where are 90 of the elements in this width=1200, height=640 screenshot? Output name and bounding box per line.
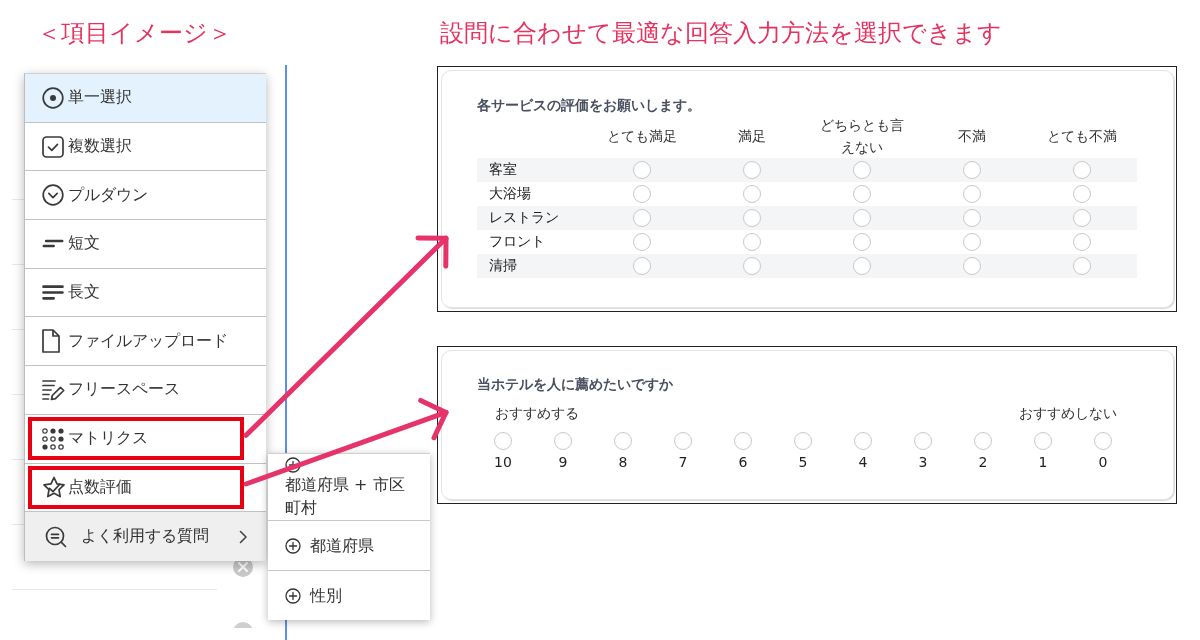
menu-item[interactable]: 点数評価 — [25, 463, 266, 513]
radio-button[interactable] — [963, 233, 981, 251]
radio-button[interactable] — [963, 161, 981, 179]
scale-end-label: おすすめしない — [1019, 404, 1117, 422]
menu-item[interactable]: マトリクス — [25, 414, 266, 464]
section-title: ＜項目イメージ＞ — [37, 19, 232, 47]
radio-button[interactable] — [633, 209, 651, 227]
plus-circle-icon — [285, 457, 301, 473]
submenu-item[interactable]: 性別 — [268, 571, 430, 620]
column-header: 満足 — [738, 127, 766, 146]
text-pencil-icon — [42, 378, 65, 402]
radio-button[interactable] — [914, 432, 932, 450]
radio-button[interactable] — [1073, 185, 1091, 203]
radio-button[interactable] — [974, 432, 992, 450]
radio-button[interactable] — [554, 432, 572, 450]
checkbox-icon — [42, 135, 64, 158]
menu-item[interactable]: 短文 — [25, 220, 266, 269]
scale-label: 9 — [558, 453, 568, 471]
headline: 設問に合わせて最適な回答入力方法を選択できます — [440, 19, 1002, 47]
submenu-item[interactable]: 都道府県 — [268, 521, 430, 571]
menu-item[interactable]: ファイルアップロード — [25, 317, 266, 367]
radio-button[interactable] — [1034, 432, 1052, 450]
menu-item[interactable]: プルダウン — [25, 171, 266, 221]
radio-button[interactable] — [494, 432, 512, 450]
plus-circle-icon — [285, 587, 301, 604]
question-text: 当ホテルを人に薦めたいですか — [477, 375, 673, 393]
column-header: 不満 — [958, 127, 986, 146]
radio-button[interactable] — [743, 233, 761, 251]
radio-button[interactable] — [1073, 257, 1091, 275]
scale-label: 4 — [858, 453, 868, 471]
scale-label: 3 — [918, 453, 928, 471]
scale-label: 10 — [494, 453, 512, 471]
radio-button[interactable] — [853, 209, 871, 227]
scale-label: 0 — [1098, 453, 1108, 471]
radio-button[interactable] — [743, 185, 761, 203]
column-header: どちらとも言えない — [819, 116, 905, 157]
row-label: 客室 — [488, 161, 517, 179]
radio-button[interactable] — [963, 185, 981, 203]
row-label: 清掃 — [488, 257, 517, 275]
document-icon — [42, 329, 60, 354]
radio-button[interactable] — [853, 185, 871, 203]
row-label: レストラン — [488, 209, 559, 227]
question-text: 各サービスの評価をお願いします。 — [477, 96, 701, 114]
radio-button[interactable] — [1073, 233, 1091, 251]
radio-button[interactable] — [1073, 209, 1091, 227]
magnifier-icon — [45, 525, 67, 548]
radio-button[interactable] — [743, 209, 761, 227]
radio-button[interactable] — [633, 233, 651, 251]
menu-item[interactable]: フリースペース — [25, 366, 266, 415]
plus-circle-icon — [285, 537, 301, 554]
menu-item[interactable]: よく利用する質問 — [25, 512, 266, 561]
radio-button[interactable] — [633, 161, 651, 179]
radio-button[interactable] — [633, 185, 651, 203]
radio-button[interactable] — [794, 432, 812, 450]
radio-button[interactable] — [743, 161, 761, 179]
column-header: とても満足 — [607, 127, 677, 146]
radio-button[interactable] — [854, 432, 872, 450]
row-label: フロント — [488, 233, 545, 251]
radio-button[interactable] — [853, 233, 871, 251]
radio-button[interactable] — [734, 432, 752, 450]
menu-item[interactable]: 複数選択 — [25, 122, 266, 172]
radio-button[interactable] — [853, 161, 871, 179]
menu-item[interactable]: 長文 — [25, 268, 266, 318]
scale-label: 8 — [618, 453, 628, 471]
scale-label: 5 — [798, 453, 808, 471]
scale-label: 1 — [1038, 453, 1048, 471]
lines-icon — [42, 285, 64, 301]
radio-button[interactable] — [743, 257, 761, 275]
radio-button[interactable] — [614, 432, 632, 450]
radio-button[interactable] — [963, 257, 981, 275]
scale-label: 6 — [738, 453, 748, 471]
radio-icon — [42, 86, 64, 109]
radio-button[interactable] — [1073, 161, 1091, 179]
star-check-icon — [42, 476, 66, 499]
chevron-circle-icon — [42, 184, 64, 207]
radio-button[interactable] — [853, 257, 871, 275]
chevron-right-icon — [239, 529, 248, 544]
scale-end-label: おすすめする — [495, 404, 579, 422]
column-header: とても不満 — [1047, 127, 1117, 146]
submenu-item[interactable]: 都道府県 + 市区町村 — [268, 454, 430, 521]
scale-label: 2 — [978, 453, 988, 471]
short-lines-icon — [42, 239, 64, 249]
radio-button[interactable] — [633, 257, 651, 275]
radio-button[interactable] — [674, 432, 692, 450]
menu-item[interactable]: 単一選択 — [25, 74, 266, 123]
row-label: 大浴場 — [488, 185, 531, 203]
radio-button[interactable] — [1094, 432, 1112, 450]
scale-label: 7 — [678, 453, 688, 471]
radio-button[interactable] — [963, 209, 981, 227]
dot-grid-icon — [42, 427, 64, 450]
